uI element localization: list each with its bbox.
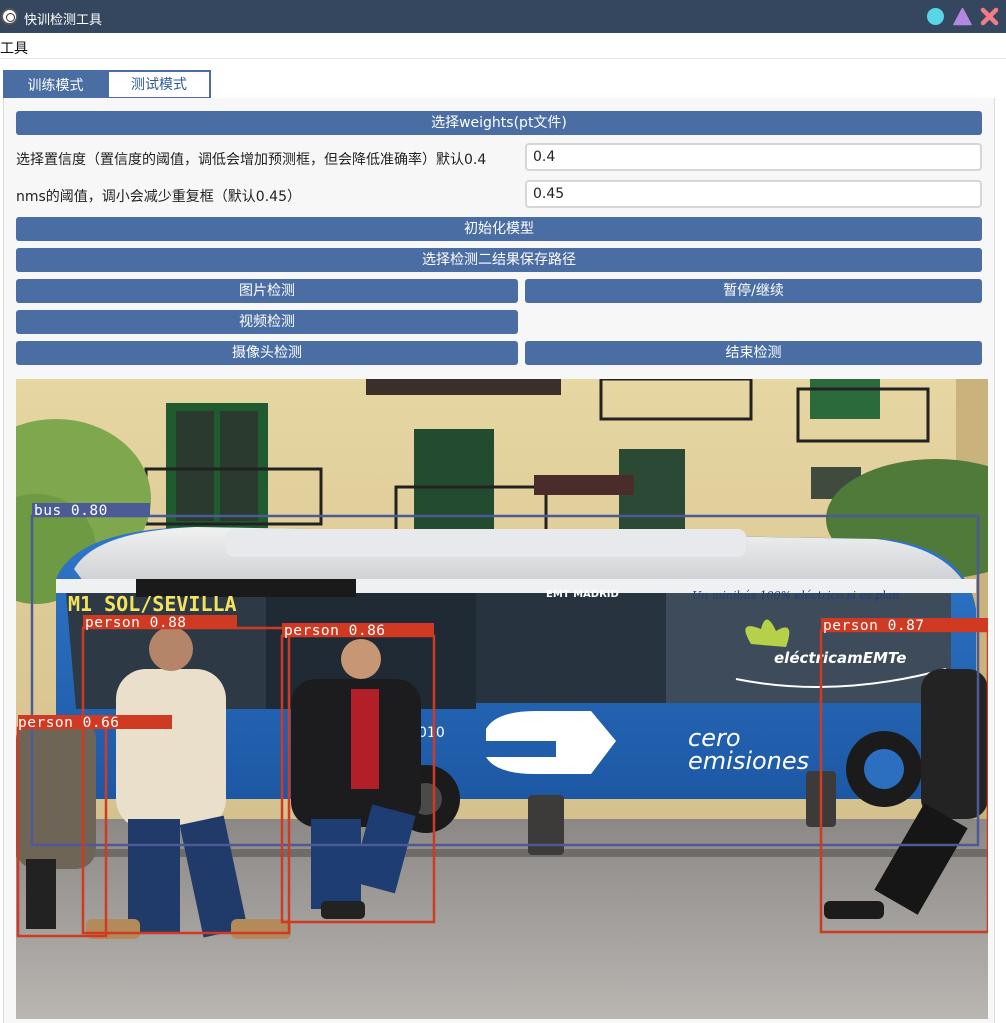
bus-slogan-2: emisiones [688,747,809,775]
nms-label: nms的阈值，调小会减少重复框（默认0.45） [16,189,301,205]
title-bar: 快训检测工具 [0,0,1006,33]
bus-operator-text: EMT MADRID [546,589,619,600]
select-save-path-button[interactable]: 选择检测二结果保存路径 [16,248,982,272]
video-detect-button[interactable]: 视频检测 [16,310,518,334]
select-weights-button[interactable]: 选择weights(pt文件) [16,111,982,135]
detection-label-bus: bus 0.80 [34,503,108,519]
pause-resume-button[interactable]: 暂停/继续 [525,279,982,303]
init-model-button[interactable]: 初始化模型 [16,217,982,241]
minimize-circle-icon [927,8,944,25]
image-detect-button[interactable]: 图片检测 [16,279,518,303]
confidence-label: 选择置信度（置信度的阈值，调低会增加预测框，但会降低准确率）默认0.4 [16,152,487,168]
window-title: 快训检测工具 [24,13,103,28]
camera-detect-button[interactable]: 摄像头检测 [16,341,518,365]
detection-label-person-1: person 0.88 [85,615,187,631]
stop-detect-button[interactable]: 结束检测 [525,341,982,365]
bus-tagline-text: Un minibús 100% eléctrico si es plan [692,589,899,602]
bus-brand-text: eléctricamEMTe [774,649,906,667]
street-scene: M1 SOL/SEVILLA EMT MADRID Un minibús 100… [16,379,988,1019]
confidence-input[interactable] [525,143,982,171]
detection-label-person-2: person 0.86 [284,623,386,639]
menu-tools[interactable]: 工具 [0,38,28,58]
maximize-button[interactable] [953,7,972,26]
detection-label-person-3: person 0.66 [18,715,120,731]
detection-result-image: M1 SOL/SEVILLA EMT MADRID Un minibús 100… [16,379,988,1019]
detection-label-person-4: person 0.87 [823,618,925,634]
tab-test-mode[interactable]: 测试模式 [107,70,211,99]
close-button[interactable] [980,7,999,26]
nms-input[interactable] [525,180,982,208]
tab-train-mode[interactable]: 训练模式 [3,70,108,99]
minimize-button[interactable] [926,7,945,26]
bus-route-sign: M1 SOL/SEVILLA [68,592,237,616]
close-icon [980,7,999,26]
bus-fleet-number: 010 [418,725,445,741]
maximize-triangle-icon [953,7,972,26]
menu-bar: 工具 [0,33,1006,59]
app-logo-icon [1,8,18,25]
